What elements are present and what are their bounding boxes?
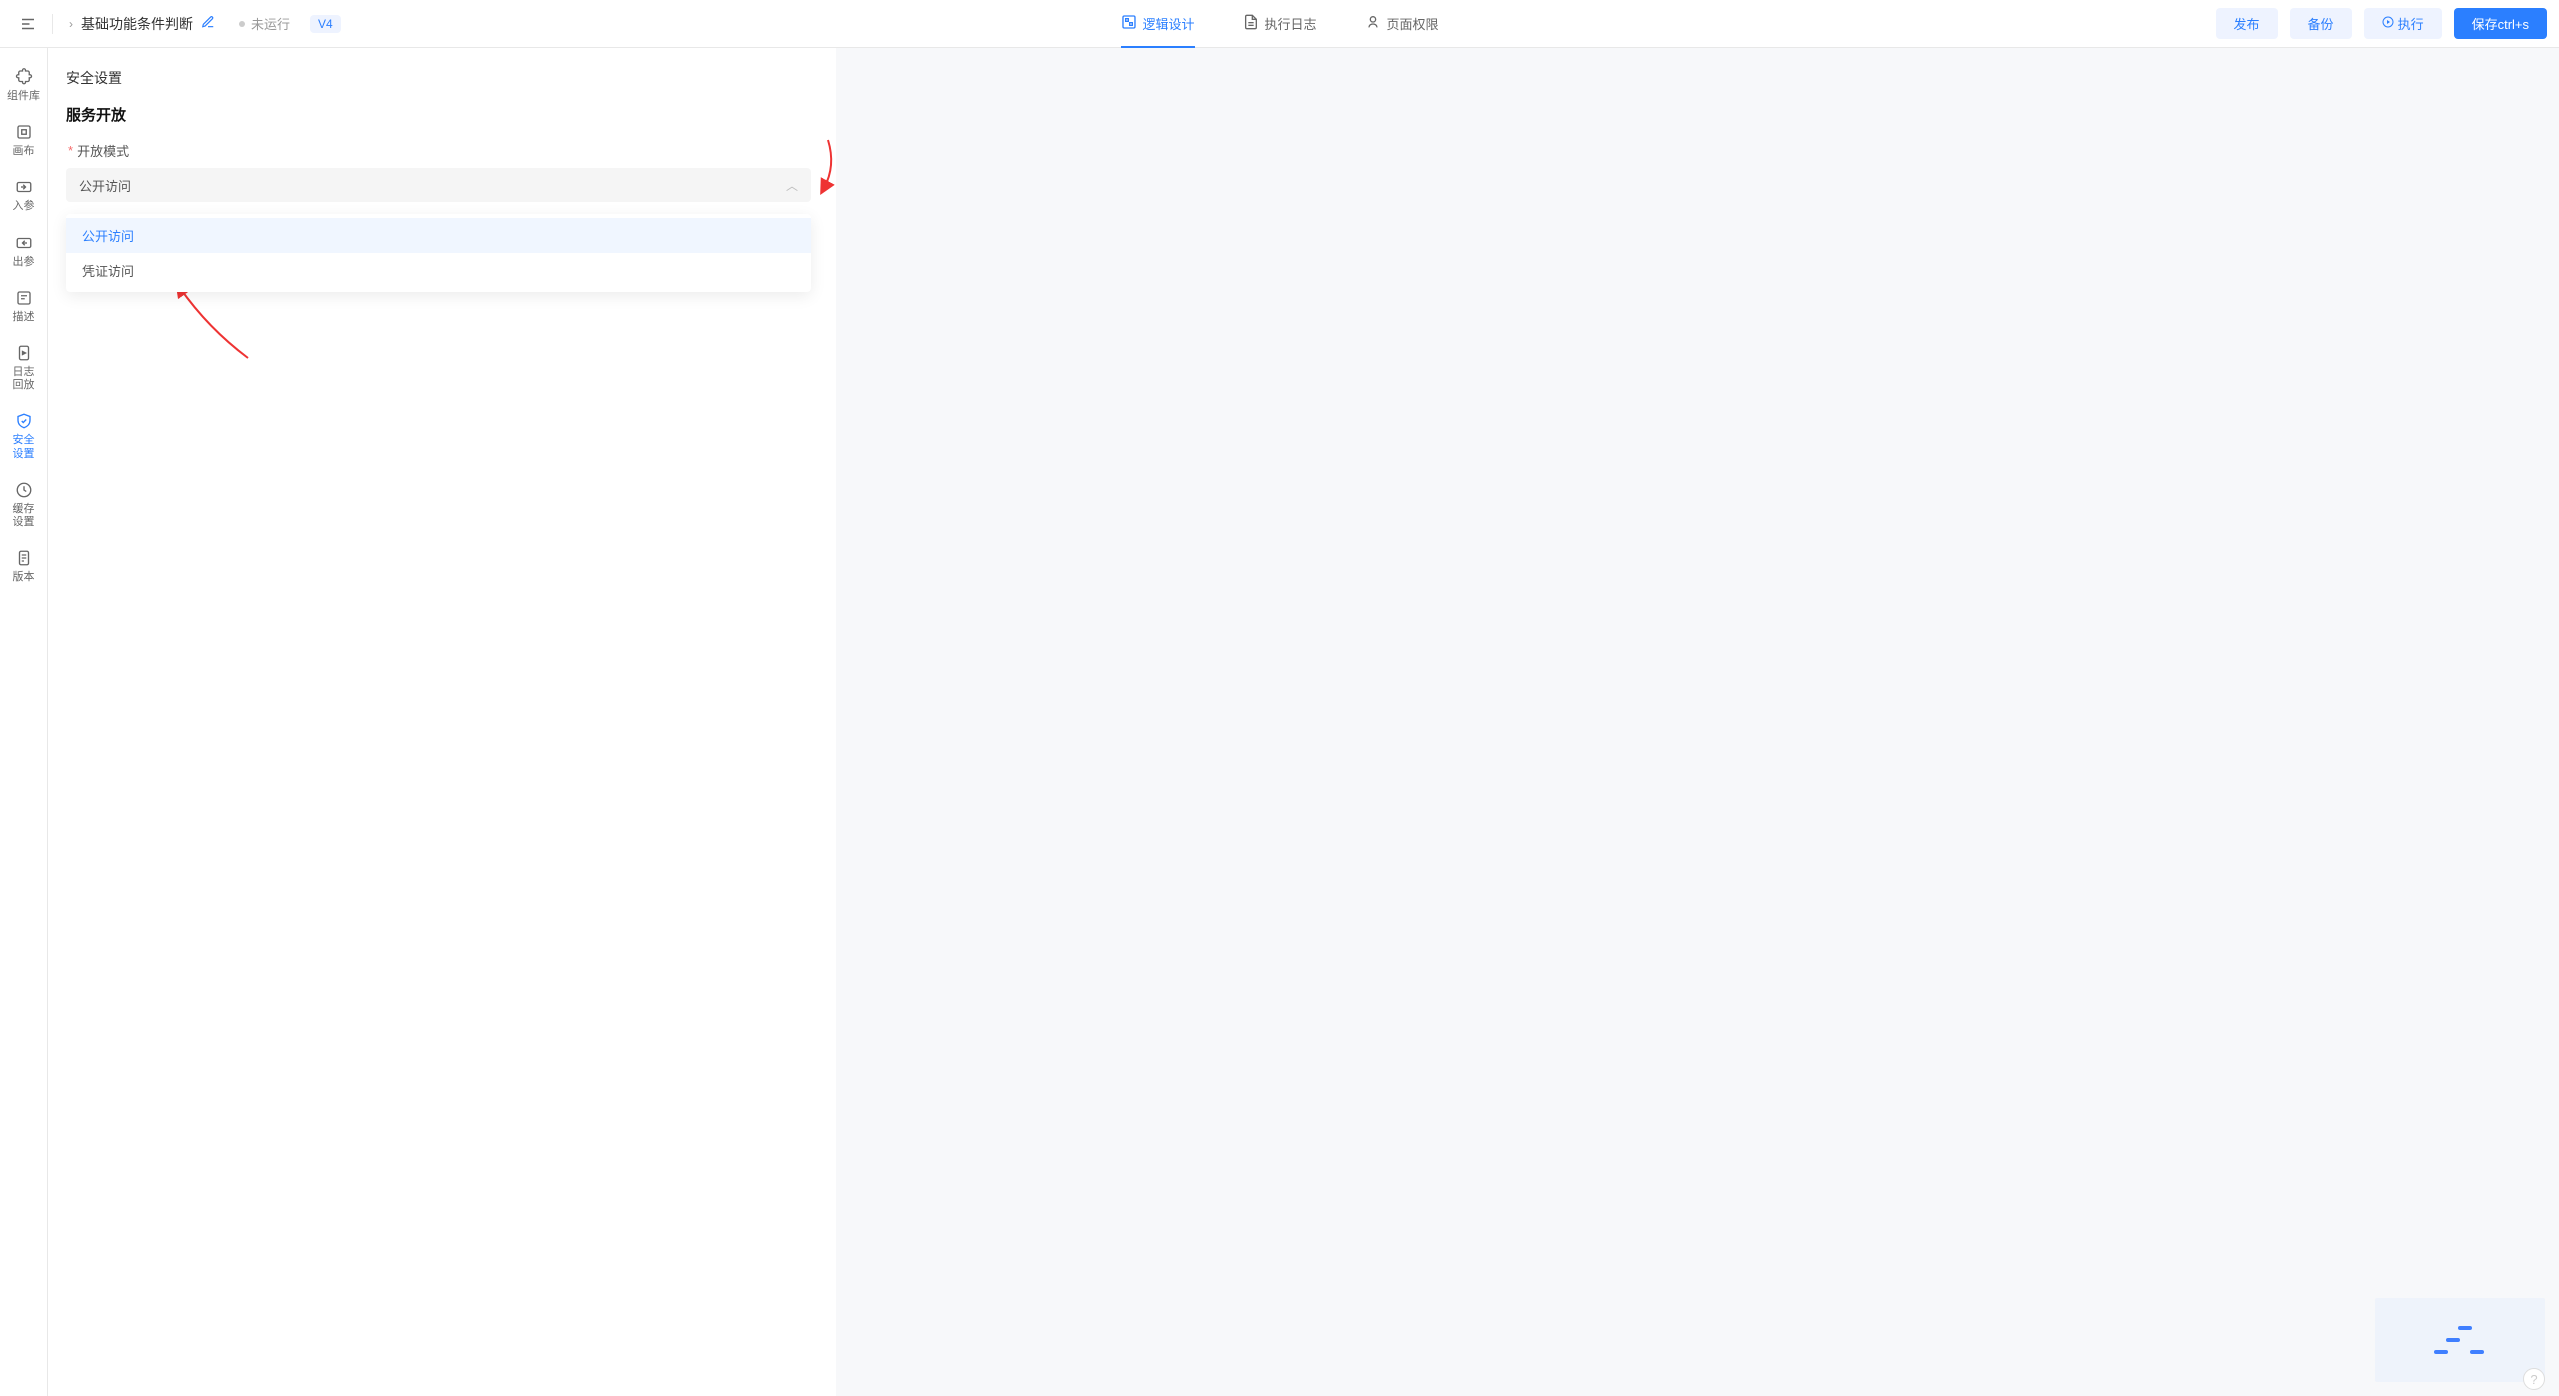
left-sidebar: 组件库 画布 入参 出参 描述 日志 回放 — [0, 48, 48, 1396]
output-icon — [15, 234, 33, 252]
tab-logic-design[interactable]: 逻辑设计 — [1120, 0, 1194, 48]
input-icon — [15, 178, 33, 196]
play-icon — [2382, 16, 2394, 31]
run-status: 未运行 — [239, 14, 290, 33]
divider — [52, 14, 53, 34]
minimap-content-icon — [2430, 1320, 2490, 1360]
open-mode-select[interactable]: 公开访问 ︿ — [66, 168, 811, 202]
sidebar-item-label: 安全 设置 — [13, 434, 35, 460]
edit-icon[interactable] — [201, 15, 215, 32]
menu-toggle-button[interactable] — [12, 8, 44, 40]
sidebar-item-label: 入参 — [13, 200, 35, 213]
sidebar-item-input-params[interactable]: 入参 — [0, 170, 48, 221]
shield-icon — [15, 412, 33, 430]
dropdown-option-label: 凭证访问 — [82, 264, 134, 279]
publish-button[interactable]: 发布 — [2216, 8, 2278, 39]
dropdown-option-public[interactable]: 公开访问 — [66, 218, 811, 253]
execute-label: 执行 — [2398, 14, 2424, 33]
sidebar-item-label: 日志 回放 — [13, 366, 35, 392]
sidebar-item-label: 出参 — [13, 256, 35, 269]
breadcrumb: › 基础功能条件判断 — [69, 14, 215, 34]
tab-page-permission[interactable]: 页面权限 — [1365, 0, 1439, 48]
minimap[interactable] — [2375, 1298, 2545, 1382]
sidebar-item-output-params[interactable]: 出参 — [0, 226, 48, 277]
backup-button[interactable]: 备份 — [2290, 8, 2352, 39]
sidebar-item-version[interactable]: 版本 — [0, 541, 48, 592]
question-icon: ? — [2530, 1372, 2537, 1387]
canvas-panel[interactable]: ? — [836, 48, 2559, 1396]
replay-icon — [15, 344, 33, 362]
header-left: › 基础功能条件判断 未运行 V4 — [12, 8, 341, 40]
chevron-right-icon: › — [69, 17, 73, 31]
puzzle-icon — [15, 68, 33, 86]
version-badge[interactable]: V4 — [310, 15, 341, 33]
select-value: 公开访问 — [79, 176, 131, 195]
chevron-up-icon: ︿ — [786, 177, 798, 194]
status-dot-icon — [239, 21, 245, 27]
header-tabs: 逻辑设计 执行日志 页面权限 — [1120, 0, 1438, 48]
save-button[interactable]: 保存ctrl+s — [2454, 8, 2547, 39]
dropdown-option-credential[interactable]: 凭证访问 — [66, 253, 811, 288]
section-subtitle: 服务开放 — [66, 104, 832, 125]
canvas-icon — [15, 123, 33, 141]
section-title: 安全设置 — [66, 68, 832, 88]
tab-label: 页面权限 — [1387, 14, 1439, 33]
help-button[interactable]: ? — [2523, 1368, 2545, 1390]
top-header: › 基础功能条件判断 未运行 V4 逻辑设计 — [0, 0, 2559, 48]
sidebar-item-security[interactable]: 安全 设置 — [0, 404, 48, 468]
log-icon — [1242, 14, 1258, 33]
version-icon — [15, 549, 33, 567]
sidebar-item-components[interactable]: 组件库 — [0, 60, 48, 111]
sidebar-item-label: 画布 — [13, 145, 35, 158]
menu-toggle-icon — [19, 15, 37, 33]
breadcrumb-title: 基础功能条件判断 — [81, 14, 193, 34]
sidebar-item-label: 缓存 设置 — [13, 503, 35, 529]
execute-button[interactable]: 执行 — [2364, 8, 2442, 39]
sidebar-item-label: 版本 — [13, 571, 35, 584]
tab-run-log[interactable]: 执行日志 — [1242, 0, 1316, 48]
tab-label: 执行日志 — [1264, 14, 1316, 33]
design-icon — [1120, 14, 1136, 33]
sidebar-item-label: 描述 — [13, 311, 35, 324]
form-label-open-mode: * 开放模式 — [68, 141, 832, 160]
sidebar-item-description[interactable]: 描述 — [0, 281, 48, 332]
open-mode-dropdown: 公开访问 凭证访问 — [66, 214, 811, 292]
form-label-text: 开放模式 — [77, 141, 129, 160]
sidebar-item-log-replay[interactable]: 日志 回放 — [0, 336, 48, 400]
dropdown-option-label: 公开访问 — [82, 229, 134, 244]
sidebar-item-label: 组件库 — [7, 90, 40, 103]
permission-icon — [1365, 14, 1381, 33]
required-star-icon: * — [68, 143, 73, 158]
tab-label: 逻辑设计 — [1142, 14, 1194, 33]
status-text: 未运行 — [251, 14, 290, 33]
description-icon — [15, 289, 33, 307]
open-mode-select-wrap: 公开访问 ︿ 公开访问 凭证访问 — [66, 168, 832, 202]
main-area: 安全设置 服务开放 * 开放模式 公开访问 ︿ 公开访问 — [48, 48, 2559, 1396]
header-actions: 发布 备份 执行 保存ctrl+s — [2216, 8, 2547, 39]
settings-panel: 安全设置 服务开放 * 开放模式 公开访问 ︿ 公开访问 — [48, 48, 832, 1396]
cache-icon — [15, 481, 33, 499]
sidebar-item-cache[interactable]: 缓存 设置 — [0, 473, 48, 537]
sidebar-item-canvas[interactable]: 画布 — [0, 115, 48, 166]
